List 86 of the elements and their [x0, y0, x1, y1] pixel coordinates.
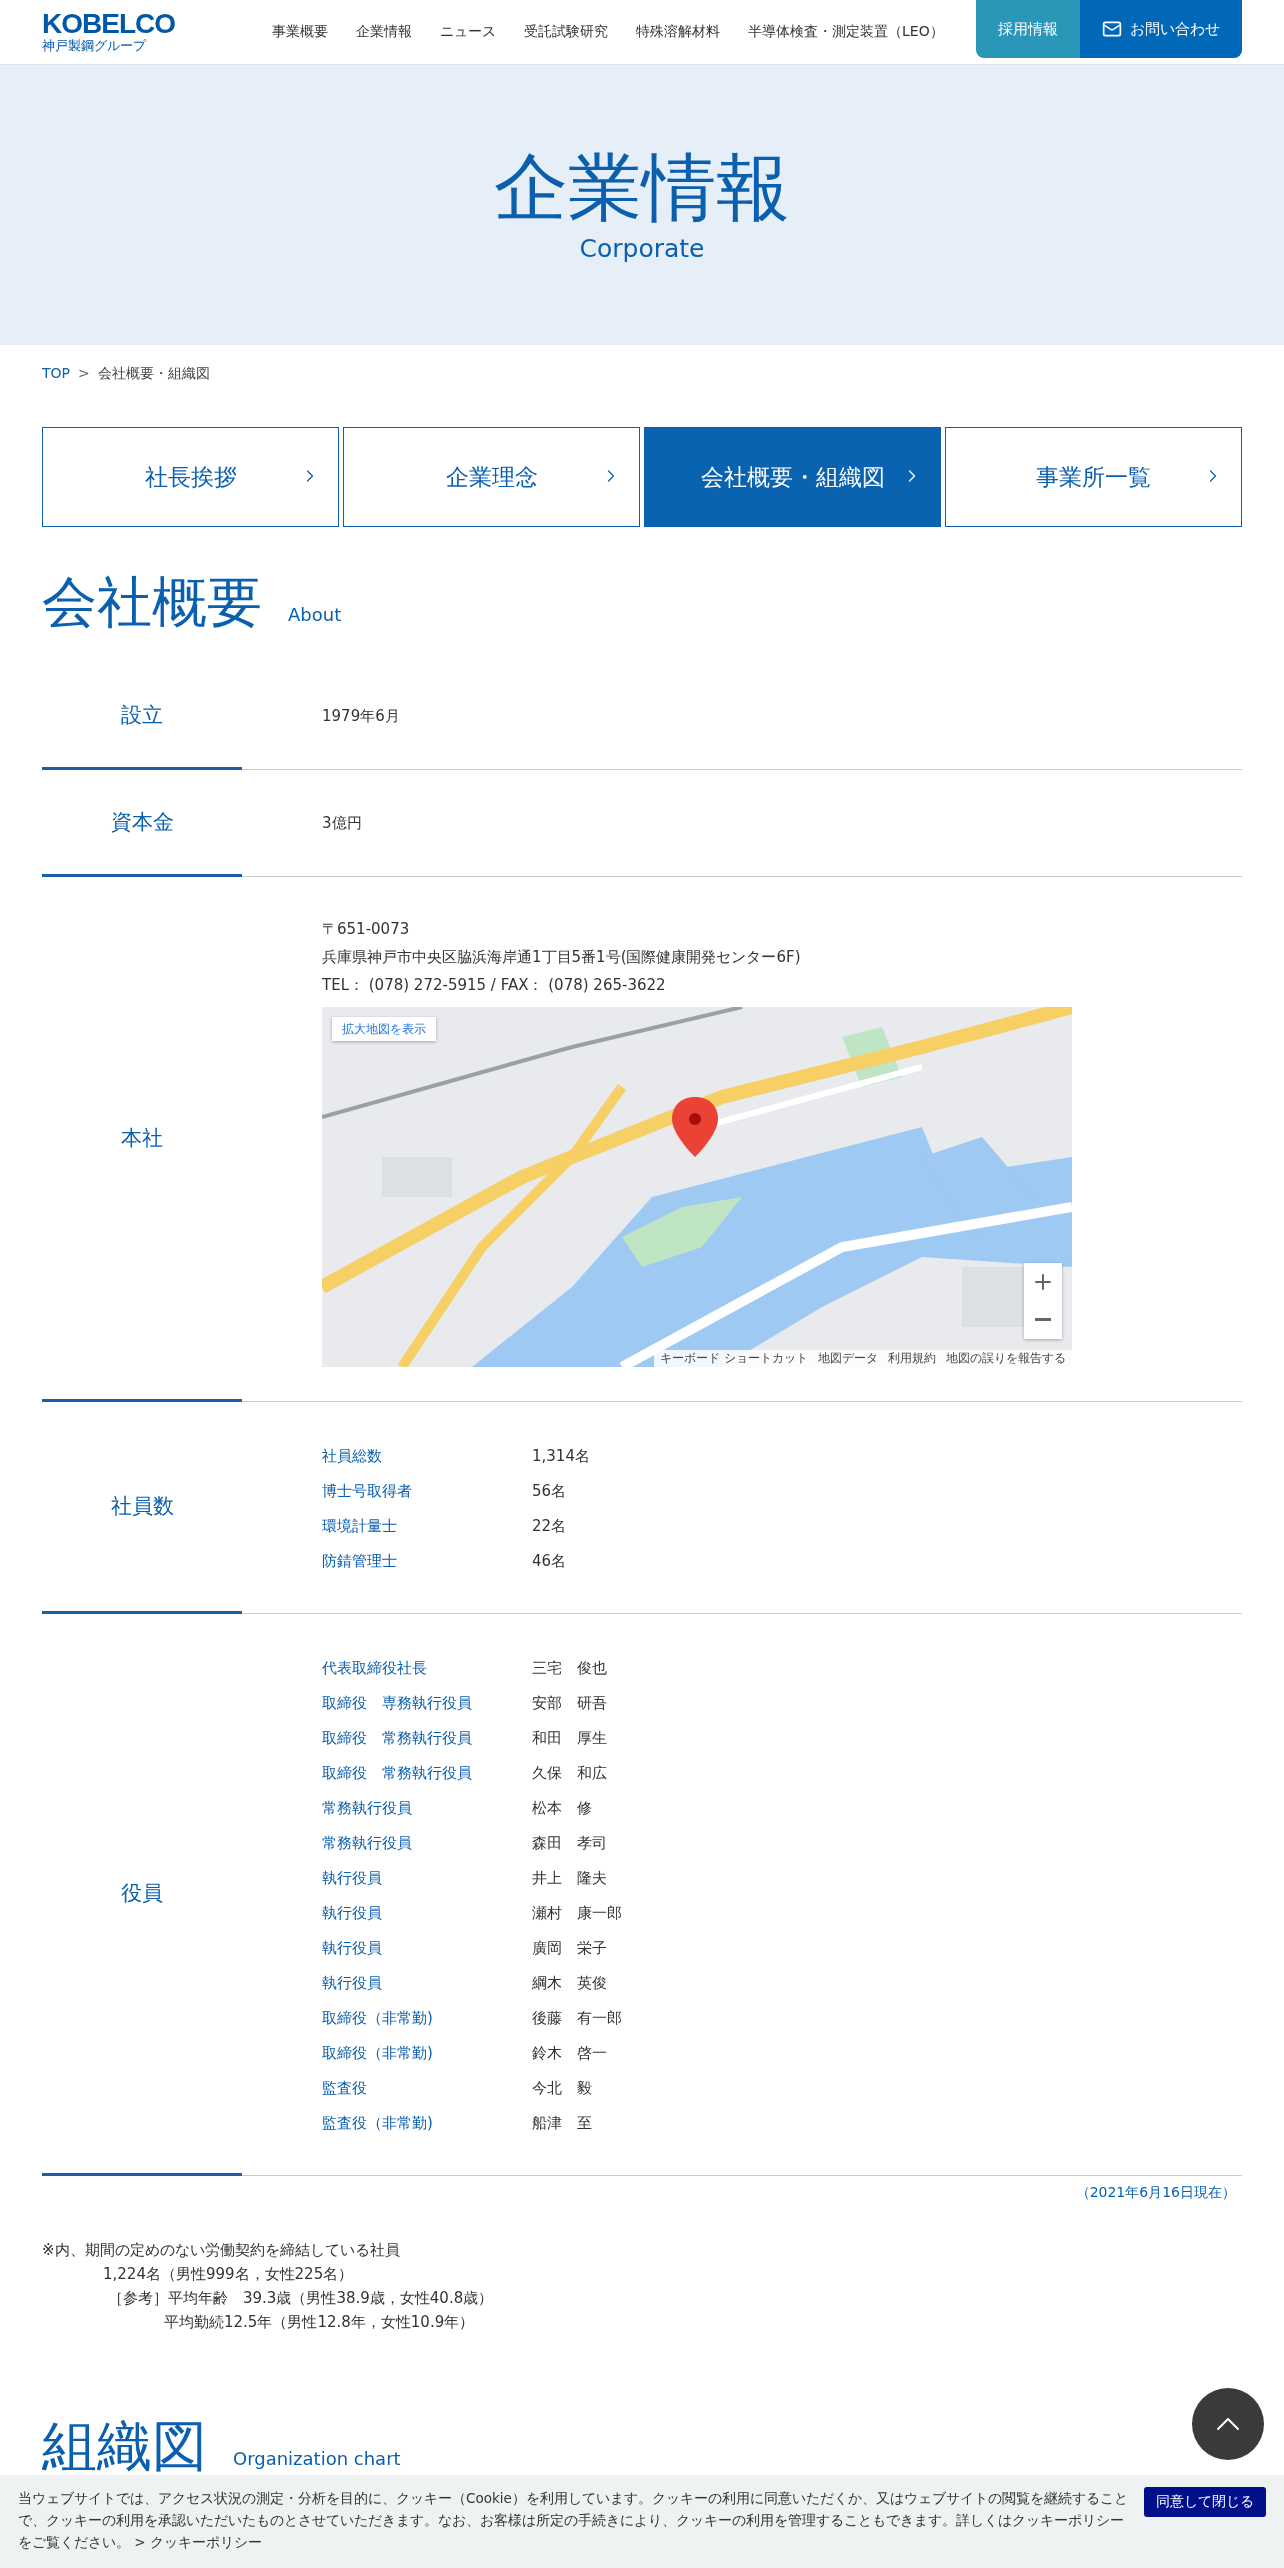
note-text: 平均勤続12.5年（男性12.8年，女性10.9年）: [164, 2311, 475, 2333]
item-term: 執行役員: [322, 1972, 383, 1994]
item-term: 監査役（非常勤): [322, 2112, 434, 2134]
item-value: 22名: [532, 1515, 568, 1537]
item-value: 廣岡 栄子: [532, 1937, 608, 1959]
item-value: 森田 孝司: [532, 1832, 608, 1854]
item-term: 執行役員: [322, 1937, 383, 1959]
item-term: 取締役（非常勤): [322, 2007, 434, 2029]
breadcrumb-separator: >: [78, 365, 90, 383]
item-value: 綱木 英俊: [532, 1972, 608, 1994]
nav-link[interactable]: ニュース: [440, 23, 496, 41]
item-value: 後藤 有一郎: [532, 2007, 623, 2029]
item-value: 1,314名: [532, 1445, 591, 1467]
item-value: 井上 隆夫: [532, 1867, 608, 1889]
row-label: 本社: [121, 1124, 163, 1152]
nav-link[interactable]: 受託試験研究: [524, 23, 608, 41]
section-tab[interactable]: 会社概要・組織図: [644, 427, 941, 527]
logo[interactable]: KOBELCO: [42, 10, 222, 38]
address-line: 兵庫県神戸市中央区脇浜海岸通1丁目5番1号(国際健康開発センター6F): [322, 946, 802, 968]
item-value: 三宅 俊也: [532, 1657, 608, 1679]
section-title: 組織図: [42, 2415, 207, 2476]
item-value: 46名: [532, 1550, 568, 1572]
item-term: 環境計量士: [322, 1515, 398, 1537]
zoom-out-button[interactable]: [1024, 1300, 1062, 1339]
address-line: 〒651-0073: [322, 918, 411, 940]
item-term: 博士号取得者: [322, 1480, 413, 1502]
contact-button[interactable]: お問い合わせ: [1080, 0, 1242, 58]
cookie-policy-link[interactable]: > クッキーポリシー: [134, 2534, 262, 2550]
item-value: 安部 研吾: [532, 1692, 608, 1714]
item-term: 防錆管理士: [322, 1550, 398, 1572]
item-term: 取締役 常務執行役員: [322, 1727, 473, 1749]
accept-button[interactable]: 同意して閉じる: [1144, 2487, 1266, 2517]
row-label: 役員: [121, 1880, 163, 1907]
item-value: 松本 修: [532, 1797, 593, 1819]
item-term: 取締役 常務執行役員: [322, 1762, 473, 1784]
section-title: 会社概要: [42, 572, 262, 633]
row-label: 資本金: [110, 808, 174, 836]
nav-link[interactable]: 半導体検査・測定装置（LEO）: [748, 23, 944, 41]
page-subtitle: Corporate: [579, 234, 705, 264]
item-term: 代表取締役社長: [322, 1657, 428, 1679]
item-value: 船津 至: [532, 2112, 593, 2134]
item-value: 鈴木 啓一: [532, 2042, 608, 2064]
map-attribution-link[interactable]: 地図データ: [818, 1349, 878, 1367]
mail-icon: [1102, 19, 1122, 39]
item-term: 取締役 専務執行役員: [322, 1692, 473, 1714]
item-value: 久保 和広: [532, 1762, 608, 1784]
section-subtitle: Organization chart: [233, 2447, 401, 2469]
logo-tagline: 神戸製鋼グループ: [42, 38, 148, 54]
nav-link[interactable]: 企業情報: [356, 23, 412, 41]
item-term: 執行役員: [322, 1902, 383, 1924]
nav-link[interactable]: 特殊溶解材料: [636, 23, 720, 41]
item-term: 監査役: [322, 2077, 368, 2099]
section-tab[interactable]: 社長挨拶: [42, 427, 339, 527]
note-text: 平均年齢 39.3歳（男性38.9歳，女性40.8歳）: [168, 2287, 494, 2309]
item-term: 常務執行役員: [322, 1797, 413, 1819]
note-text: ※内、期間の定めのない労働契約を締結している社員: [42, 2239, 400, 2261]
item-term: 取締役（非常勤): [322, 2042, 434, 2064]
breadcrumb-item[interactable]: 会社概要・組織図: [97, 365, 210, 383]
page-title: 企業情報: [494, 146, 790, 229]
item-value: 和田 厚生: [532, 1727, 608, 1749]
minus-icon: [1035, 1318, 1051, 1321]
item-value: 瀬村 康一郎: [532, 1902, 623, 1924]
item-term: 執行役員: [322, 1867, 383, 1889]
field-value: 3億円: [322, 812, 363, 834]
map-attribution-link[interactable]: 地図の誤りを報告する: [946, 1349, 1066, 1367]
row-label: 社員数: [110, 1493, 174, 1520]
date-note: （2021年6月16日現在）: [1075, 2183, 1236, 2200]
nav-link[interactable]: 事業概要: [272, 23, 328, 41]
item-term: 社員総数: [322, 1445, 383, 1467]
note-label: ［参考］: [108, 2287, 168, 2309]
zoom-in-button[interactable]: [1024, 1262, 1062, 1301]
cookie-notice: 当ウェブサイトでは、アクセス状況の測定・分析を目的に、クッキー（Cookie）を利用しています。クッキーの利用に同意いただくか、又はウェブサイトの閲覧を継続することで、クッキーの利用を承認いただいたものとさせていただきます。なお、お客様は所定の手続きにより、クッキーの利用を管理することもできます。詳しくはクッキーポリシーをご覧ください。 > クッキーポリシー: [18, 2489, 1128, 2552]
section-subtitle: About: [288, 604, 342, 625]
map-link[interactable]: 拡大地図を表示: [332, 1016, 436, 1041]
breadcrumb-item[interactable]: TOP: [42, 365, 70, 383]
field-value: 1979年6月: [322, 705, 401, 727]
item-term: 常務執行役員: [322, 1832, 413, 1854]
section-tab[interactable]: 企業理念: [343, 427, 640, 527]
map-attribution-link[interactable]: キーボード ショートカット: [660, 1349, 808, 1367]
section-tab[interactable]: 事業所一覧: [945, 427, 1242, 527]
item-value: 今北 毅: [532, 2077, 593, 2099]
row-label: 設立: [121, 701, 163, 729]
map-attribution-link[interactable]: 利用規約: [888, 1349, 936, 1367]
item-value: 56名: [532, 1480, 568, 1502]
note-text: 1,224名（男性999名，女性225名）: [103, 2263, 354, 2285]
address-line: TEL： (078) 272-5915 / FAX： (078) 265-3622: [322, 974, 667, 996]
